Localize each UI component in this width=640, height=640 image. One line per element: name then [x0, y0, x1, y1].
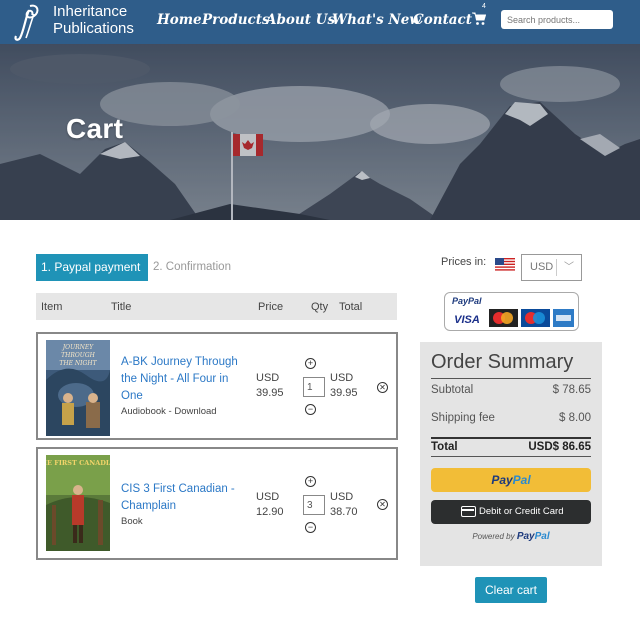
subtotal-value: $ 78.65 [552, 384, 591, 396]
powered-brand-a: Pay [516, 531, 535, 542]
debit-credit-card-button[interactable]: Debit or Credit Card [431, 500, 591, 524]
price-currency: USD [256, 372, 280, 384]
summary-divider [431, 456, 591, 457]
currency-selected-value: USD [530, 261, 554, 273]
visa-logo-text: VISA [454, 314, 480, 326]
powered-by-text: Powered by [472, 532, 515, 541]
order-summary-title: Order Summary [431, 351, 574, 373]
header-total: Total [339, 301, 363, 313]
total-value: 38.70 [330, 506, 358, 518]
item-total: USD 39.95 [330, 371, 370, 401]
shipping-value: $ 8.00 [559, 412, 591, 424]
total-currency: USD [330, 372, 354, 384]
item-title-link[interactable]: A-BK Journey Through the Night - All Fou… [121, 354, 253, 405]
select-divider [556, 259, 557, 276]
shipping-label: Shipping fee [431, 412, 495, 424]
cart-table-header: Item Title Price Qty Total [36, 293, 397, 320]
summary-divider [431, 378, 591, 379]
top-navbar: Inheritance Publications Home Products A… [0, 0, 640, 44]
item-type: Book [121, 516, 143, 527]
nav-contact[interactable]: Contact [413, 12, 472, 28]
step-confirmation: 2. Confirmation [153, 261, 231, 273]
book-cover-image[interactable]: THE FIRST CANADIAN [46, 455, 110, 551]
price-value: 39.95 [256, 387, 284, 399]
paypal-button-text-a: Pay [491, 473, 513, 487]
payment-methods-logos: PayPal VISA [444, 292, 579, 331]
quantity-input[interactable] [303, 377, 325, 397]
item-title-link[interactable]: CIS 3 First Canadian - Champlain [121, 481, 253, 515]
paypal-button-text-b: Pal [512, 473, 531, 487]
cart-count-badge: 4 [482, 3, 486, 10]
cover-title: THE FIRST CANADIAN [46, 459, 110, 467]
card-button-label: Debit or Credit Card [479, 506, 564, 517]
subtotal-label: Subtotal [431, 384, 474, 396]
brand-line-1: Inheritance [53, 3, 128, 20]
header-qty: Qty [311, 301, 329, 313]
paypal-checkout-button[interactable]: PayPal [431, 468, 591, 492]
total-value: 39.95 [330, 387, 358, 399]
maestro-logo-icon [521, 309, 550, 327]
brand-line-2: Publications [53, 20, 134, 37]
credit-card-icon [461, 506, 476, 517]
cart-item-row: THE FIRST CANADIAN CIS 3 First Canadian … [36, 447, 398, 560]
mastercard-logo-icon [489, 309, 518, 327]
nav-about-us[interactable]: About Us [266, 12, 335, 28]
item-price: USD 39.95 [256, 371, 296, 401]
powered-by-paypal: Powered by PayPal [420, 531, 602, 542]
quantity-input[interactable] [303, 495, 325, 515]
cover-title-1: JOURNEY [61, 344, 95, 351]
item-total: USD 38.70 [330, 490, 370, 520]
remove-item-button[interactable]: ✕ [377, 499, 388, 510]
price-currency: USD [256, 491, 280, 503]
search-input[interactable] [501, 10, 613, 29]
increase-qty-button[interactable]: + [305, 358, 316, 369]
amex-logo-icon [553, 309, 574, 327]
header-item: Item [41, 301, 63, 313]
step-paypal-payment: 1. Paypal payment [36, 254, 148, 281]
header-title: Title [111, 301, 132, 313]
book-cover-image[interactable]: JOURNEY THROUGH THE NIGHT [46, 340, 110, 436]
cart-item-row: JOURNEY THROUGH THE NIGHT A-BK Journey T… [36, 332, 398, 440]
page-title: Cart [66, 113, 124, 144]
total-label: Total [431, 441, 458, 453]
cover-title-3: THE NIGHT [59, 360, 97, 367]
prices-in-label: Prices in: [441, 256, 487, 268]
hero-banner: Cart [0, 44, 640, 220]
increase-qty-button[interactable]: + [305, 476, 316, 487]
clear-cart-button[interactable]: Clear cart [475, 577, 547, 603]
powered-brand-b: Pal [534, 531, 550, 542]
currency-select[interactable]: USD ﹀ [521, 254, 582, 281]
brand-name[interactable]: Inheritance Publications [53, 3, 134, 37]
item-price: USD 12.90 [256, 490, 296, 520]
total-value: USD$ 86.65 [528, 441, 591, 453]
chevron-down-icon: ﹀ [564, 262, 574, 273]
paypal-logo-text: PayPal [452, 296, 482, 306]
decrease-qty-button[interactable]: − [305, 404, 316, 415]
remove-item-button[interactable]: ✕ [377, 382, 388, 393]
publisher-logo-icon[interactable] [10, 2, 44, 42]
header-price: Price [258, 301, 284, 313]
total-divider [431, 437, 591, 439]
visa-logo-icon: VISA [451, 309, 484, 327]
decrease-qty-button[interactable]: − [305, 522, 316, 533]
cover-title-2: THROUGH [61, 352, 96, 359]
nav-home[interactable]: Home [157, 12, 202, 28]
nav-whats-new[interactable]: What's New [332, 12, 421, 28]
order-summary-panel: Order Summary Subtotal $ 78.65 Shipping … [420, 342, 602, 566]
shopping-cart-icon[interactable] [472, 12, 486, 26]
total-currency: USD [330, 491, 354, 503]
nav-products[interactable]: Products [202, 12, 270, 28]
us-flag-icon [495, 258, 515, 271]
price-value: 12.90 [256, 506, 284, 518]
item-type: Audiobook - Download [121, 406, 217, 417]
